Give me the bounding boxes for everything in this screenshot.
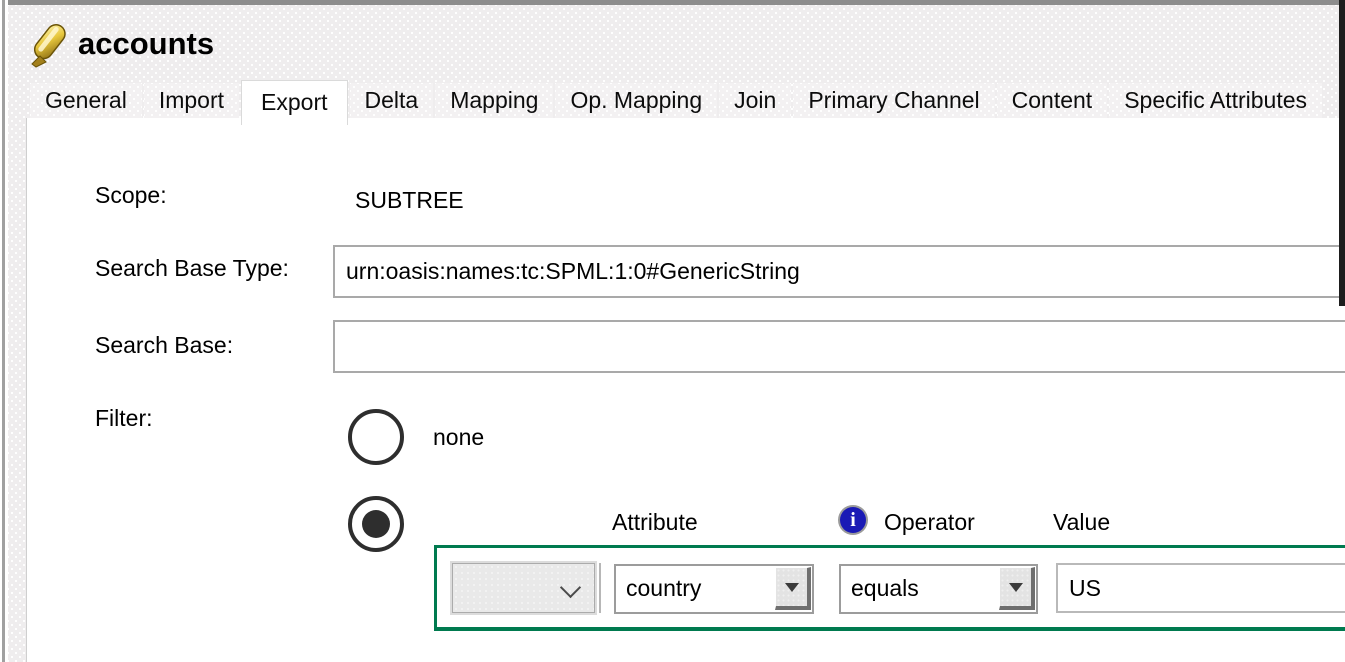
tab-general[interactable]: General (30, 83, 142, 118)
operator-dropdown-button[interactable] (999, 567, 1035, 610)
radio-selected-dot (362, 510, 390, 538)
tab-op-mapping[interactable]: Op. Mapping (555, 83, 717, 118)
search-base-label: Search Base: (95, 332, 233, 359)
page-title: accounts (78, 26, 214, 62)
tab-import[interactable]: Import (144, 83, 239, 118)
filter-group-dropdown[interactable] (452, 563, 595, 613)
filter-header-attribute: Attribute (612, 509, 698, 536)
filter-none-label: none (433, 424, 484, 451)
scope-label: Scope: (95, 182, 167, 209)
filter-value-input[interactable] (1056, 563, 1345, 613)
tab-delta[interactable]: Delta (350, 83, 434, 118)
scope-value: SUBTREE (355, 187, 464, 214)
filter-header-operator: Operator (884, 509, 975, 536)
window-right-edge (1339, 0, 1345, 306)
window-left-edge (2, 0, 5, 662)
tab-specific-attributes[interactable]: Specific Attributes (1109, 83, 1322, 118)
filter-none-radio[interactable] (348, 409, 404, 465)
dropdown-arrow-icon (1009, 583, 1023, 592)
left-margin-texture (8, 5, 26, 662)
search-base-type-label: Search Base Type: (95, 255, 289, 282)
filter-condition-table: country equals (434, 545, 1345, 631)
search-base-input[interactable] (333, 320, 1345, 373)
operator-combobox-value: equals (851, 575, 919, 602)
tab-primary-channel[interactable]: Primary Channel (793, 83, 994, 118)
filter-label: Filter: (95, 405, 153, 432)
chevron-down-icon (560, 577, 581, 598)
tab-export[interactable]: Export (241, 80, 347, 125)
tab-content[interactable]: Content (997, 83, 1108, 118)
dropdown-arrow-icon (785, 583, 799, 592)
filter-custom-radio[interactable] (348, 496, 404, 552)
export-config-screen: { "window": { "title": "accounts", "titl… (0, 0, 1345, 662)
tab-mapping[interactable]: Mapping (435, 83, 553, 118)
column-separator (599, 563, 601, 613)
operator-combobox[interactable]: equals (839, 564, 1038, 614)
attribute-dropdown-button[interactable] (775, 567, 811, 610)
filter-header-value: Value (1053, 509, 1110, 536)
tab-bar: General Import Export Delta Mapping Op. … (30, 83, 1322, 118)
attribute-combobox[interactable]: country (614, 564, 814, 614)
operator-info-icon[interactable]: i (840, 507, 866, 533)
attribute-combobox-value: country (626, 575, 701, 602)
gold-key-icon (26, 20, 70, 68)
tab-join[interactable]: Join (719, 83, 791, 118)
search-base-type-input[interactable] (333, 245, 1345, 298)
title-row: accounts (26, 20, 214, 68)
